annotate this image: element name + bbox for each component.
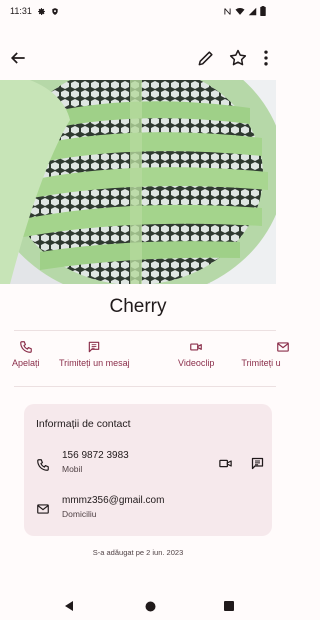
added-date: S-a adăugat pe 2 iun. 2023	[92, 548, 184, 557]
settings-icon	[37, 7, 45, 15]
divider	[14, 386, 276, 387]
phone-icon	[19, 341, 32, 353]
system-nav-bar	[0, 596, 276, 620]
video-label: Videoclip	[178, 358, 215, 368]
contact-photo-image	[0, 80, 276, 284]
email-icon	[37, 504, 49, 514]
quick-actions: Apelați Trimiteți un mesaj Videoclip Tri…	[0, 340, 300, 380]
nav-recents-icon[interactable]	[224, 601, 234, 611]
message-label: Trimiteți un mesaj	[59, 358, 130, 368]
contact-photo	[0, 80, 276, 284]
email-label: Trimiteți u	[241, 358, 281, 368]
battery-icon	[260, 6, 266, 16]
status-bar: 11:31	[0, 0, 276, 22]
message-action[interactable]: Trimiteți un mesaj	[59, 340, 130, 368]
contact-info-title: Informații de contact	[36, 418, 131, 430]
arrow-back-icon[interactable]	[8, 48, 28, 68]
status-time: 11:31	[10, 6, 32, 16]
more-vert-icon[interactable]	[258, 48, 274, 68]
message-icon[interactable]	[250, 456, 265, 471]
phone-icon	[37, 459, 49, 471]
videocam-icon	[190, 343, 203, 351]
email-icon	[277, 342, 289, 352]
email-type: Domiciliu	[62, 509, 97, 519]
contact-info-card: Informații de contact 156 9872 3983 Mobi…	[24, 404, 272, 536]
nfc-icon	[224, 7, 231, 15]
top-app-bar	[0, 44, 276, 72]
signal-icon	[248, 7, 257, 15]
phone-type: Mobil	[62, 464, 83, 474]
nav-home-icon[interactable]	[145, 601, 156, 612]
videocam-icon[interactable]	[218, 456, 233, 471]
call-action[interactable]: Apelați	[12, 340, 40, 368]
edit-pencil-icon[interactable]	[196, 48, 216, 68]
shield-icon	[52, 7, 58, 15]
wifi-icon	[235, 7, 245, 15]
message-icon	[89, 341, 100, 353]
divider	[14, 330, 276, 331]
star-outline-icon[interactable]	[228, 48, 248, 68]
contact-name: Cherry	[109, 296, 167, 317]
call-label: Apelați	[12, 358, 40, 368]
video-action[interactable]: Videoclip	[178, 340, 214, 368]
email-address[interactable]: mmmz356@gmail.com	[62, 495, 164, 506]
nav-back-icon[interactable]	[64, 600, 74, 612]
phone-number[interactable]: 156 9872 3983	[62, 450, 129, 461]
email-action[interactable]: Trimiteți u	[232, 340, 290, 368]
